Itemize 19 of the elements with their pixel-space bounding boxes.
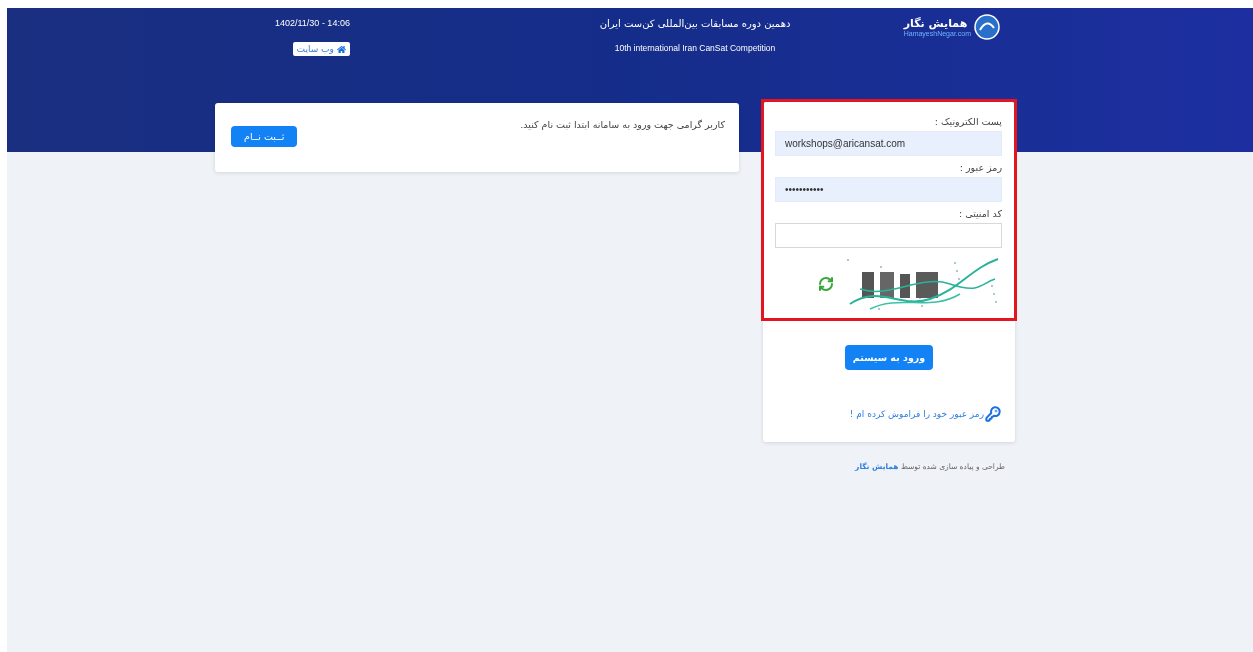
input-field[interactable]: ••••••••••• [775,177,1002,202]
key-icon [985,406,1001,422]
field-label: کد امنیتی : [959,208,1002,219]
login-button[interactable]: ورود به سیستم [844,345,934,370]
input-field[interactable] [775,223,1002,248]
field-label: رمز عبور : [959,162,1002,173]
field-label: پست الکترونیک : [934,116,1002,127]
competition-title: دهمین دوره مسابقات بین‌المللی کن‌ست ایران [599,18,791,29]
competition-subtitle: 10th international Iran CanSat Competition [614,43,776,53]
register-button[interactable]: ثــبت نــام [231,126,298,147]
date-time: 1402/11/30 - 14:06 [275,18,350,28]
input-field[interactable]: workshops@aricansat.com [775,131,1002,156]
logo-icon [974,14,1000,40]
refresh-icon[interactable] [818,276,834,292]
home-icon [336,44,346,54]
logo-text: همایش نگار [903,17,968,30]
website-button[interactable]: وب سایت [292,42,350,56]
notice-message: کاربر گرامی جهت ورود به سامانه ابتدا ثبت نام کنید. [520,119,725,130]
forgot-password-link[interactable]: رمز عبور خود را فراموش کرده ام ! [849,406,1001,422]
